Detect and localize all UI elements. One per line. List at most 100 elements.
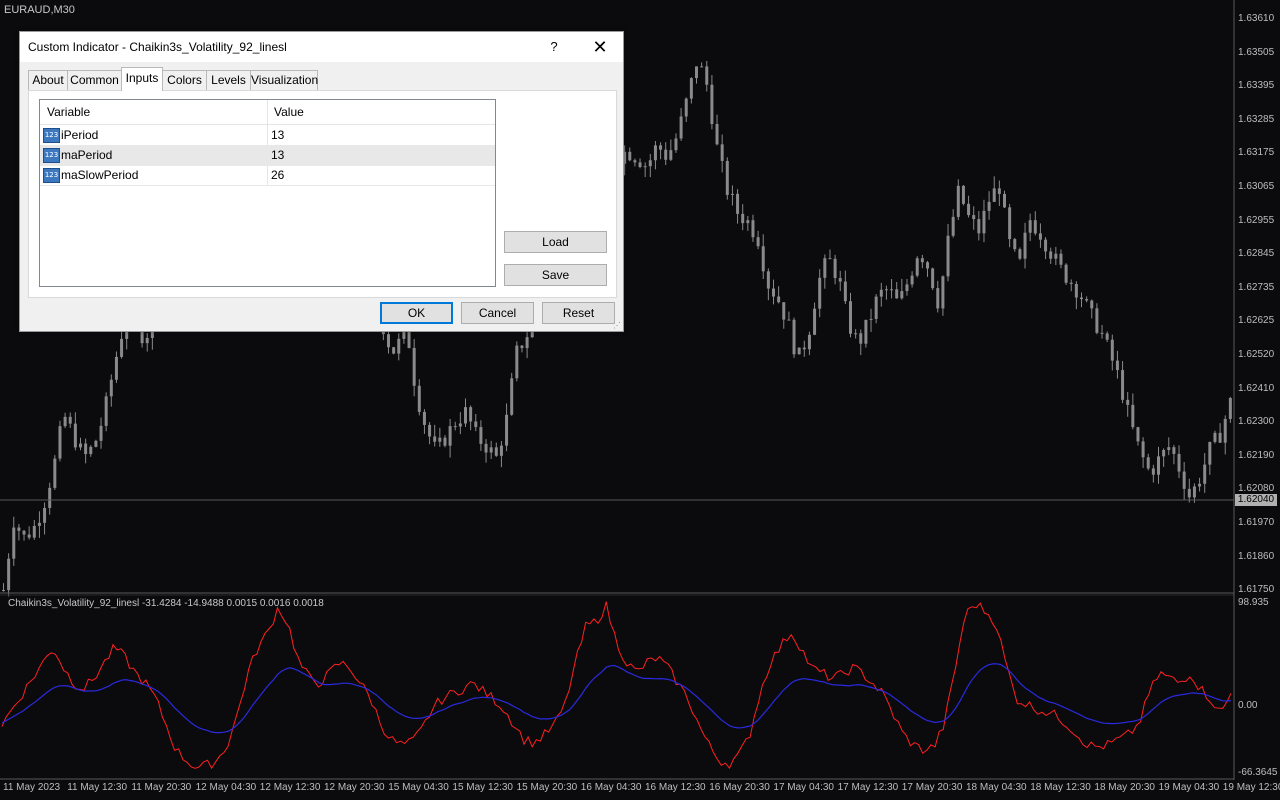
- candle-body: [659, 145, 663, 150]
- time-tick: 12 May 12:30: [259, 782, 321, 793]
- candle-body: [653, 145, 657, 161]
- resize-grip-icon[interactable]: ⋰: [613, 321, 621, 330]
- candle-body: [890, 289, 894, 291]
- candle-body: [1213, 432, 1217, 442]
- candle-body: [910, 275, 914, 285]
- tab-inputs[interactable]: Inputs: [121, 67, 163, 91]
- candle-body: [387, 334, 390, 348]
- candle-body: [746, 220, 750, 224]
- variable-value[interactable]: 13: [271, 128, 284, 142]
- candle-body: [818, 277, 822, 309]
- candle-body: [1095, 308, 1099, 333]
- indicator-red-line: [1, 601, 1232, 770]
- variable-value[interactable]: 13: [271, 148, 284, 162]
- candle-body: [12, 527, 16, 559]
- price-tick: 1.63285: [1238, 113, 1275, 125]
- candle-body: [1208, 441, 1212, 465]
- candle-body: [761, 246, 765, 272]
- price-tick: 1.62520: [1238, 349, 1275, 360]
- candle-body: [1044, 239, 1048, 252]
- candle-body: [874, 296, 878, 319]
- time-tick: 16 May 12:30: [645, 782, 706, 793]
- time-tick: 16 May 20:30: [709, 782, 770, 793]
- candle-body: [941, 276, 945, 309]
- candle-body: [951, 216, 955, 236]
- input-row-maslowperiod[interactable]: 123 maSlowPeriod 26: [40, 165, 495, 186]
- candle-body: [515, 345, 519, 379]
- column-header-variable[interactable]: Variable: [47, 100, 90, 124]
- variable-name: maSlowPeriod: [61, 168, 139, 182]
- candle-body: [1198, 483, 1202, 487]
- integer-icon: 123: [43, 168, 60, 183]
- candle-body: [751, 220, 755, 238]
- help-button[interactable]: ?: [542, 36, 566, 58]
- candle-body: [73, 423, 77, 448]
- candle-body: [977, 219, 981, 234]
- candle-body: [787, 319, 791, 321]
- cancel-button[interactable]: Cancel: [461, 302, 534, 324]
- candle-body: [1136, 427, 1140, 442]
- time-tick: 17 May 12:30: [837, 782, 899, 793]
- candle-body: [412, 347, 416, 386]
- tab-about[interactable]: About: [28, 70, 68, 90]
- tab-visualization[interactable]: Visualization: [250, 70, 318, 90]
- price-tick: 1.61750: [1238, 584, 1275, 596]
- save-button[interactable]: Save: [504, 264, 607, 286]
- candle-body: [7, 558, 11, 591]
- price-tick: 1.62300: [1238, 416, 1275, 428]
- candle-body: [448, 426, 452, 446]
- tab-levels[interactable]: Levels: [206, 70, 251, 90]
- candle-body: [417, 385, 421, 412]
- price-tick: 1.62410: [1238, 382, 1275, 394]
- price-tick: 1.62080: [1238, 483, 1275, 495]
- candle-body: [854, 333, 858, 335]
- candle-body: [664, 149, 668, 160]
- time-tick: 18 May 20:30: [1094, 782, 1155, 793]
- candle-body: [720, 144, 724, 161]
- variable-value[interactable]: 26: [271, 168, 284, 182]
- price-tick: 1.62625: [1238, 315, 1275, 327]
- tab-colors[interactable]: Colors: [162, 70, 207, 90]
- candle-body: [1085, 299, 1089, 301]
- custom-indicator-dialog: Custom Indicator - Chaikin3s_Volatility_…: [19, 31, 624, 332]
- current-price-badge: 1.62040: [1235, 494, 1277, 506]
- close-icon[interactable]: ✕: [588, 36, 612, 58]
- candle-body: [94, 440, 98, 447]
- candle-body: [956, 185, 960, 217]
- candle-body: [1064, 264, 1068, 283]
- candle-body: [1218, 432, 1222, 443]
- candle-body: [633, 160, 637, 163]
- time-tick: 19 May 12:30: [1222, 782, 1280, 793]
- candle-body: [1018, 249, 1022, 259]
- candle-body: [428, 424, 432, 437]
- integer-icon: 123: [43, 148, 60, 163]
- candle-body: [807, 334, 811, 350]
- input-row-iperiod[interactable]: 123 iPeriod 13: [40, 125, 495, 146]
- candle-body: [1028, 220, 1032, 233]
- candle-body: [1126, 399, 1130, 405]
- candle-body: [967, 203, 971, 216]
- integer-icon: 123: [43, 128, 60, 143]
- load-button[interactable]: Load: [504, 231, 607, 253]
- time-tick: 19 May 04:30: [1158, 782, 1220, 793]
- candle-body: [479, 427, 483, 444]
- tab-common[interactable]: Common: [67, 70, 122, 90]
- price-tick: 1.62735: [1238, 281, 1275, 293]
- price-tick: 1.62190: [1238, 449, 1275, 461]
- indicator-label: Chaikin3s_Volatility_92_linesl -31.4284 …: [8, 598, 324, 609]
- input-row-maperiod[interactable]: 123 maPeriod 13: [40, 145, 495, 166]
- candle-body: [638, 162, 642, 168]
- candle-body: [443, 437, 447, 446]
- candle-body: [741, 213, 745, 224]
- candle-body: [1187, 488, 1191, 498]
- ok-button[interactable]: OK: [380, 302, 453, 324]
- candle-body: [1182, 471, 1186, 489]
- reset-button[interactable]: Reset: [542, 302, 615, 324]
- column-header-value[interactable]: Value: [274, 100, 304, 124]
- candle-body: [869, 318, 873, 320]
- variable-name: iPeriod: [61, 128, 99, 142]
- candle-body: [145, 337, 149, 344]
- dialog-titlebar[interactable]: Custom Indicator - Chaikin3s_Volatility_…: [20, 32, 623, 62]
- candle-body: [715, 124, 719, 145]
- candle-body: [48, 487, 52, 508]
